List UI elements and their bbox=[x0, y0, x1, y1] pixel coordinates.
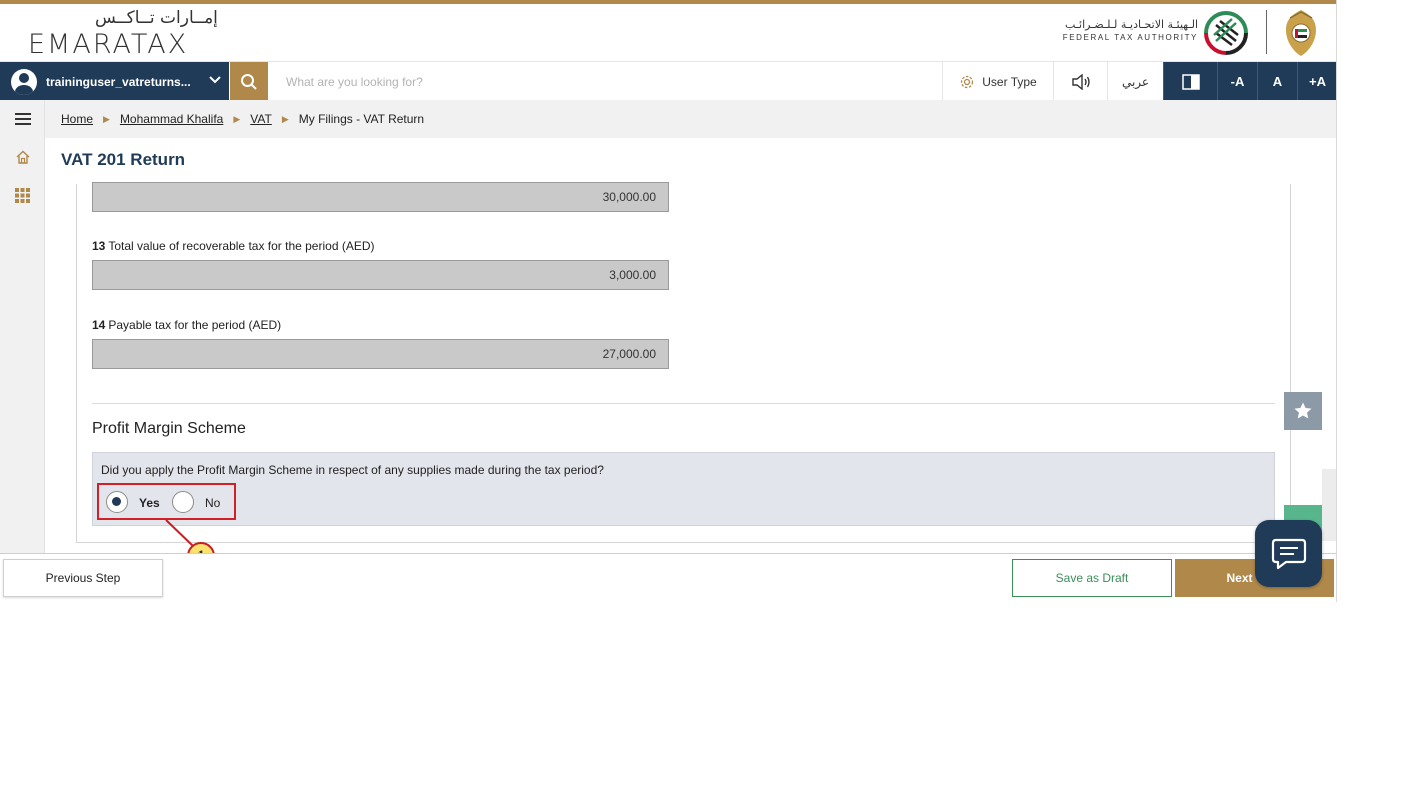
language-toggle[interactable]: عربي bbox=[1107, 62, 1163, 101]
field-13-number: 13 bbox=[92, 239, 106, 253]
footer-bar: Previous Step Save as Draft Next bbox=[0, 553, 1336, 602]
profit-margin-question-box: Did you apply the Profit Margin Scheme i… bbox=[92, 452, 1275, 526]
speaker-icon bbox=[1071, 73, 1090, 90]
previous-step-button[interactable]: Previous Step bbox=[3, 559, 163, 597]
grid-icon bbox=[15, 187, 30, 203]
logo-arabic: إمــارات تــاكــس bbox=[95, 8, 218, 28]
contrast-icon bbox=[1181, 73, 1200, 90]
breadcrumb-separator-icon: ▶ bbox=[103, 113, 110, 124]
header-divider bbox=[1266, 10, 1267, 54]
left-sidebar bbox=[0, 100, 45, 553]
profit-margin-section-title: Profit Margin Scheme bbox=[92, 420, 246, 437]
site-header: إمــارات تــاكــس EMARATAX الـهيئـة الات… bbox=[0, 4, 1336, 61]
sidebar-item-home[interactable] bbox=[0, 138, 45, 176]
profit-margin-question: Did you apply the Profit Margin Scheme i… bbox=[101, 463, 604, 477]
authority-name-arabic: الـهيئـة الاتحـاديـة لـلـضـرائـب bbox=[1064, 18, 1198, 31]
field-12-value: 30,000.00 bbox=[92, 182, 669, 212]
search-input[interactable] bbox=[268, 62, 942, 101]
field-14-label: 14 Payable tax for the period (AED) bbox=[92, 318, 281, 332]
audio-button[interactable] bbox=[1053, 62, 1107, 101]
field-13-text: Total value of recoverable tax for the p… bbox=[108, 239, 375, 253]
font-decrease-button[interactable]: -A bbox=[1217, 62, 1257, 101]
field-14-text: Payable tax for the period (AED) bbox=[108, 318, 282, 332]
logo-english: EMARATAX bbox=[28, 29, 189, 60]
breadcrumb-home[interactable]: Home bbox=[61, 112, 93, 126]
fta-logo-icon bbox=[1204, 11, 1248, 55]
breadcrumb-current: My Filings - VAT Return bbox=[298, 112, 425, 126]
breadcrumb-taxpayer[interactable]: Mohammad Khalifa bbox=[120, 112, 223, 126]
save-draft-button[interactable]: Save as Draft bbox=[1012, 559, 1172, 597]
user-type-button[interactable]: User Type bbox=[942, 62, 1053, 101]
star-icon bbox=[1294, 402, 1312, 419]
field-14-value: 27,000.00 bbox=[92, 339, 669, 369]
user-avatar-icon bbox=[11, 68, 37, 95]
field-13-value: 3,000.00 bbox=[92, 260, 669, 290]
authority-name-english: FEDERAL TAX AUTHORITY bbox=[1062, 33, 1198, 42]
hamburger-icon bbox=[14, 113, 31, 125]
search-icon bbox=[241, 73, 257, 90]
user-type-label: User Type bbox=[982, 74, 1037, 89]
username-label: traininguser_vatreturns... bbox=[46, 74, 191, 89]
favorite-button[interactable] bbox=[1284, 392, 1322, 430]
breadcrumb-vat[interactable]: VAT bbox=[250, 112, 272, 126]
field-14-number: 14 bbox=[92, 318, 106, 332]
uae-emblem-icon bbox=[1286, 10, 1316, 56]
app-window: إمــارات تــاكــس EMARATAX الـهيئـة الات… bbox=[0, 0, 1337, 602]
chevron-down-icon[interactable] bbox=[208, 73, 222, 87]
scrollbar-track[interactable] bbox=[1322, 469, 1336, 541]
breadcrumb: Home ▶ Mohammad Khalifa ▶ VAT ▶ My Filin… bbox=[45, 100, 1336, 138]
contrast-button[interactable] bbox=[1163, 62, 1217, 101]
page-title: VAT 201 Return bbox=[61, 150, 186, 169]
sidebar-item-apps[interactable] bbox=[0, 176, 45, 214]
field-13-label: 13 Total value of recoverable tax for the… bbox=[92, 239, 375, 253]
search-button[interactable] bbox=[230, 62, 268, 101]
annotation-highlight-box bbox=[97, 483, 236, 520]
font-increase-button[interactable]: +A bbox=[1297, 62, 1336, 101]
user-menu[interactable]: traininguser_vatreturns... bbox=[0, 62, 229, 101]
breadcrumb-separator-icon: ▶ bbox=[233, 113, 241, 124]
home-icon bbox=[16, 150, 29, 164]
gear-icon bbox=[961, 75, 974, 88]
menu-toggle[interactable] bbox=[0, 100, 45, 138]
top-toolbar: traininguser_vatreturns... User Type عرب… bbox=[0, 61, 1336, 101]
font-normal-button[interactable]: A bbox=[1257, 62, 1297, 101]
breadcrumb-separator-icon: ▶ bbox=[281, 113, 289, 124]
chat-icon bbox=[1271, 538, 1306, 569]
section-divider bbox=[92, 403, 1275, 404]
chat-button[interactable] bbox=[1255, 520, 1322, 587]
authority-name: الـهيئـة الاتحـاديـة لـلـضـرائـب FEDERAL… bbox=[1056, 18, 1198, 42]
